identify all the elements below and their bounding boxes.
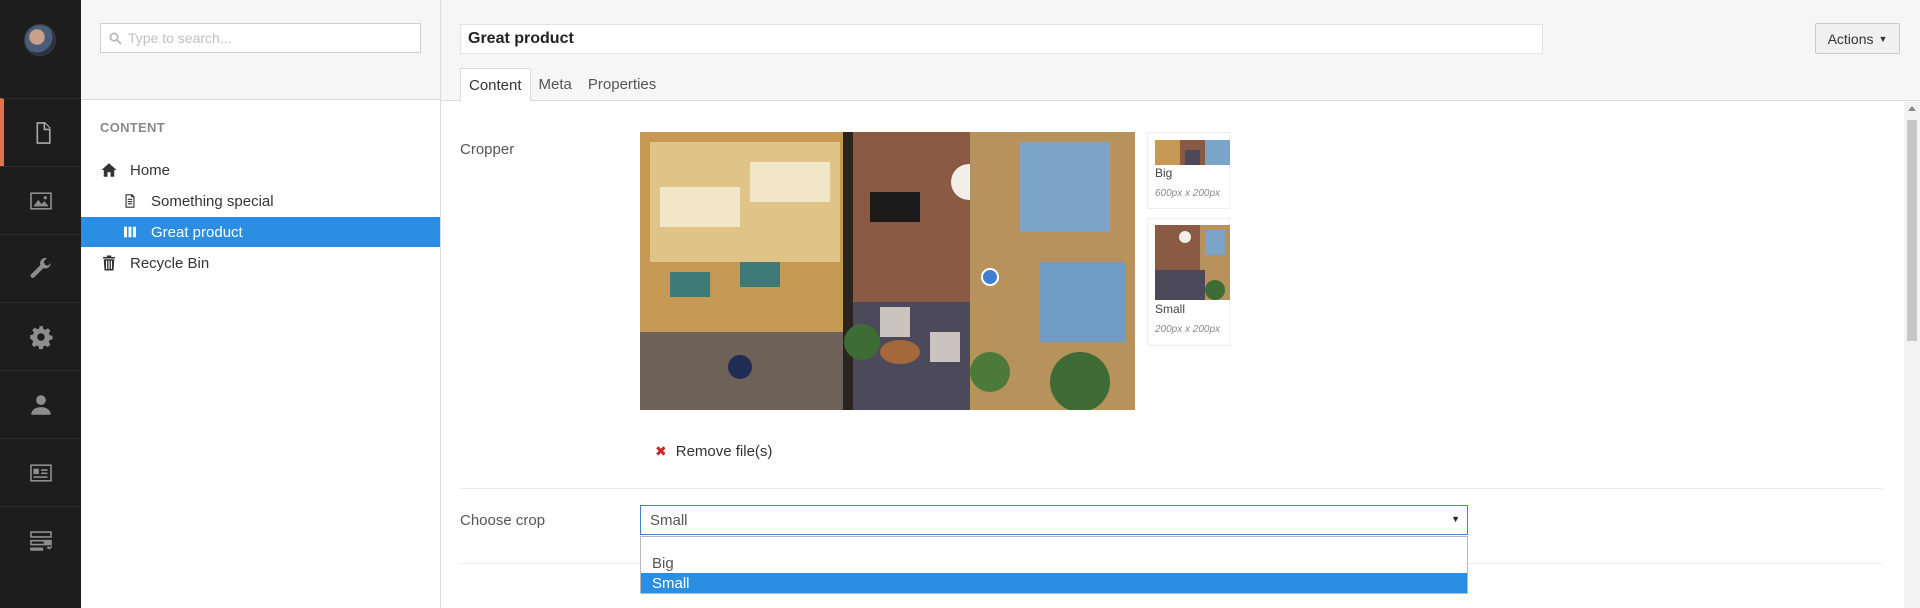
home-icon — [101, 163, 117, 177]
crop-name: Big — [1155, 166, 1173, 180]
forms-icon — [29, 530, 52, 551]
tree-search-box[interactable] — [100, 23, 421, 53]
trash-icon — [103, 255, 115, 271]
tree-item-label: Something special — [151, 192, 274, 210]
crop-size: 600px x 200px — [1155, 188, 1221, 199]
users-section-button[interactable] — [0, 370, 81, 438]
crop-preview-image — [1155, 225, 1230, 300]
editor-tabs: Content Meta Properties — [460, 68, 664, 102]
tree-item-great-product[interactable]: Great product — [81, 217, 440, 247]
content-editor: Actions ▼ Content Meta Properties Croppe… — [441, 0, 1920, 608]
tree-item-home[interactable]: Home — [81, 155, 440, 185]
crop-preview-image — [1155, 140, 1230, 165]
forms-section-button[interactable] — [0, 506, 81, 574]
content-tree-panel: CONTENT Home Something special Great pro… — [81, 0, 441, 608]
remove-files-button[interactable]: ✖ Remove file(s) — [655, 443, 772, 460]
choose-crop-dropdown-list: Big Small — [640, 536, 1468, 594]
scrollbar-thumb[interactable] — [1907, 120, 1917, 341]
selected-crop-value: Small — [650, 511, 688, 529]
tab-meta[interactable]: Meta — [531, 68, 580, 101]
crop-size: 200px x 200px — [1155, 324, 1221, 335]
actions-button-label: Actions — [1827, 30, 1874, 47]
content-name-input[interactable] — [460, 24, 1543, 54]
dropdown-option-small[interactable]: Small — [641, 573, 1467, 593]
columns-icon — [124, 226, 136, 238]
scroll-up-arrow-icon[interactable] — [1908, 106, 1916, 111]
developer-section-button[interactable] — [0, 302, 81, 370]
contact-card-icon — [29, 463, 52, 482]
remove-icon: ✖ — [655, 443, 667, 459]
tree-item-recycle-bin[interactable]: Recycle Bin — [81, 248, 440, 278]
tree-item-label: Great product — [151, 223, 243, 241]
tree-section-title: CONTENT — [100, 120, 165, 135]
tree-header — [81, 0, 440, 100]
user-avatar[interactable] — [24, 24, 56, 56]
crop-name: Small — [1155, 302, 1186, 316]
cropper-label: Cropper — [460, 141, 515, 158]
dropdown-arrow-icon: ▼ — [1451, 514, 1460, 524]
editor-scrollbar[interactable] — [1904, 102, 1920, 608]
tree-item-label: Home — [130, 161, 171, 179]
content-section-button[interactable] — [0, 98, 81, 166]
media-section-button[interactable] — [0, 166, 81, 234]
tree-search-input[interactable] — [128, 30, 408, 46]
tree-item-label: Recycle Bin — [130, 254, 210, 272]
members-section-button[interactable] — [0, 438, 81, 506]
property-divider — [460, 488, 1882, 489]
document-icon — [36, 121, 51, 144]
caret-down-icon: ▼ — [1878, 33, 1888, 44]
search-icon — [109, 31, 122, 45]
tab-label: Meta — [538, 76, 572, 93]
image-icon — [29, 191, 52, 210]
editor-header: Actions ▼ Content Meta Properties — [441, 0, 1920, 102]
gear-icon — [29, 325, 52, 349]
choose-crop-select[interactable]: Small ▼ — [640, 505, 1468, 535]
tab-content[interactable]: Content — [460, 68, 531, 102]
tab-label: Properties — [587, 76, 657, 93]
wrench-icon — [30, 257, 51, 278]
tab-label: Content — [469, 76, 522, 94]
settings-section-button[interactable] — [0, 234, 81, 302]
page-icon — [125, 194, 135, 208]
choose-crop-label: Choose crop — [460, 512, 546, 529]
tree-item-something-special[interactable]: Something special — [81, 186, 440, 216]
dropdown-option-big[interactable]: Big — [641, 553, 1467, 573]
tab-properties[interactable]: Properties — [580, 68, 664, 101]
remove-files-label: Remove file(s) — [675, 443, 773, 460]
actions-button[interactable]: Actions ▼ — [1815, 23, 1900, 54]
user-icon — [30, 394, 51, 415]
main-navigation-rail — [0, 0, 81, 608]
cropper-image[interactable] — [640, 132, 1135, 410]
